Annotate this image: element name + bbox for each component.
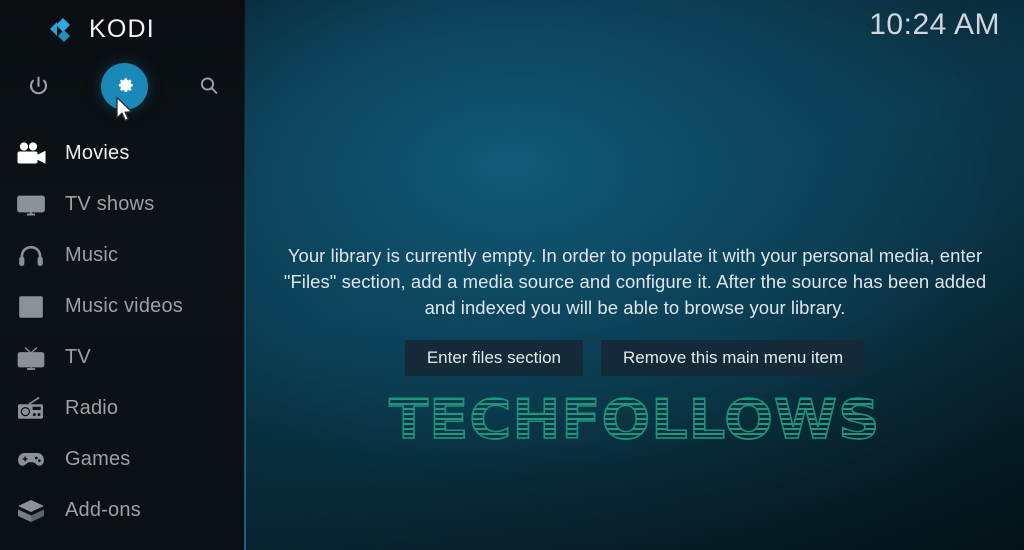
app-logo: KODI bbox=[0, 0, 246, 58]
film-note-icon bbox=[10, 290, 52, 324]
radio-icon bbox=[10, 392, 52, 426]
sidebar-item-tv-shows[interactable]: TV shows bbox=[0, 179, 246, 230]
sidebar-item-label: Radio bbox=[65, 397, 119, 419]
sidebar-item-label: Movies bbox=[65, 142, 130, 164]
sidebar-item-label: Music bbox=[65, 244, 119, 266]
search-button[interactable] bbox=[183, 60, 235, 112]
sidebar-item-tv[interactable]: TV bbox=[0, 332, 246, 383]
sidebar-item-radio[interactable]: Radio bbox=[0, 383, 246, 434]
sidebar-item-label: Music videos bbox=[65, 295, 183, 317]
addon-box-icon bbox=[10, 494, 52, 528]
remove-menu-item-button[interactable]: Remove this main menu item bbox=[601, 340, 866, 376]
television-icon bbox=[10, 341, 52, 375]
sidebar: KODI Movies TV shows Music Music videos … bbox=[0, 0, 246, 550]
kodi-logo-icon bbox=[44, 14, 80, 44]
sidebar-item-music-videos[interactable]: Music videos bbox=[0, 281, 246, 332]
empty-library-actions: Enter files section Remove this main men… bbox=[404, 340, 866, 376]
app-title: KODI bbox=[89, 14, 155, 43]
watermark: TECHFOLLOWS bbox=[246, 387, 1024, 452]
watermark-text: TECHFOLLOWS bbox=[389, 387, 881, 452]
kodi-window: KODI Movies TV shows Music Music videos … bbox=[0, 0, 1024, 550]
sidebar-item-label: TV bbox=[65, 346, 91, 368]
sidebar-item-add-ons[interactable]: Add-ons bbox=[0, 485, 246, 536]
sidebar-item-music[interactable]: Music bbox=[0, 230, 246, 281]
gamepad-icon bbox=[10, 443, 52, 477]
empty-library-panel: Your library is currently empty. In orde… bbox=[246, 243, 1024, 376]
main-content: 10:24 AM Your library is currently empty… bbox=[246, 0, 1024, 550]
status-clock: 10:24 AM bbox=[869, 8, 1000, 41]
empty-library-message: Your library is currently empty. In orde… bbox=[283, 245, 987, 318]
sidebar-item-label: TV shows bbox=[65, 193, 155, 215]
sidebar-item-label: Add-ons bbox=[65, 499, 141, 521]
sidebar-item-label: Games bbox=[65, 448, 131, 470]
monitor-icon bbox=[10, 188, 52, 222]
sidebar-menu: Movies TV shows Music Music videos TV Ra… bbox=[0, 128, 246, 536]
gear-icon bbox=[118, 77, 133, 92]
sidebar-item-movies[interactable]: Movies bbox=[0, 128, 246, 179]
mouse-pointer-icon bbox=[116, 96, 133, 122]
power-icon bbox=[29, 76, 47, 94]
sidebar-item-games[interactable]: Games bbox=[0, 434, 246, 485]
power-button[interactable] bbox=[12, 60, 64, 112]
headphones-icon bbox=[10, 239, 52, 273]
enter-files-section-button[interactable]: Enter files section bbox=[404, 340, 584, 376]
movie-camera-icon bbox=[10, 137, 52, 171]
search-icon bbox=[200, 77, 218, 94]
